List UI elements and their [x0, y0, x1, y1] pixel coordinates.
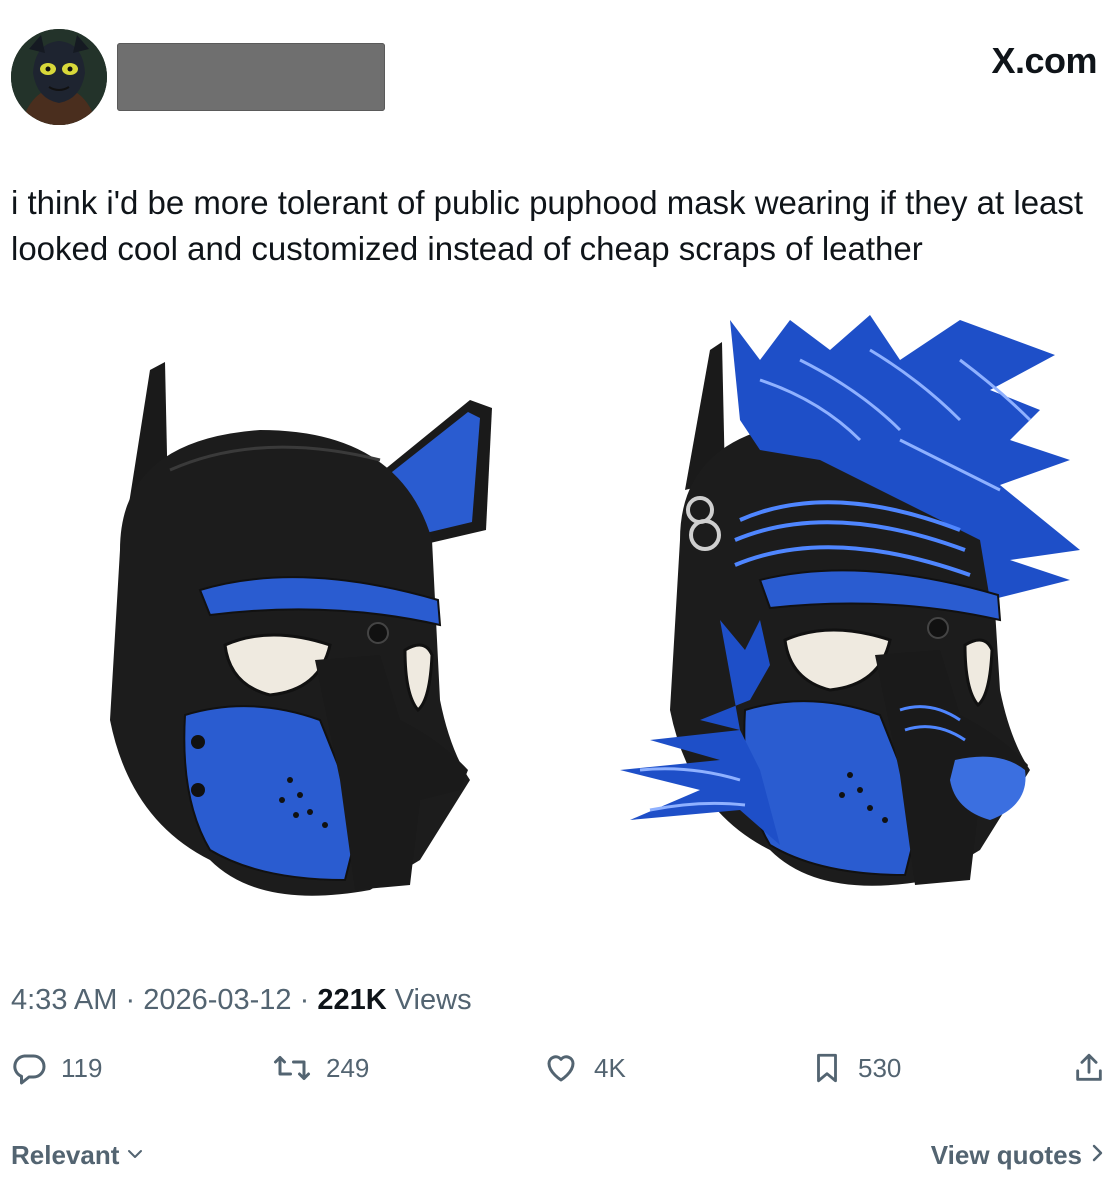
tweet-time[interactable]: 4:33 AM [11, 984, 117, 1016]
tweet-media[interactable] [0, 300, 1115, 960]
repost-icon [272, 1050, 312, 1086]
bookmark-icon [810, 1050, 844, 1086]
like-count: 4K [594, 1052, 626, 1083]
view-quotes-label: View quotes [930, 1140, 1082, 1170]
tweet-text: i think i'd be more tolerant of public p… [11, 184, 1084, 267]
views-count: 221K [317, 984, 387, 1016]
tweet-date[interactable]: 2026-03-12 [143, 984, 291, 1016]
chevron-right-icon [1090, 1140, 1106, 1171]
chevron-down-icon [125, 1140, 145, 1171]
brand-label: X.com [991, 40, 1097, 81]
action-bar: 119 249 4K 530 [0, 1050, 1115, 1100]
share-icon [1072, 1050, 1106, 1086]
sort-label: Relevant [11, 1140, 120, 1170]
tweet-meta: 4:33 AM · 2026-03-12 · 221K Views [11, 984, 472, 1017]
reply-button[interactable]: 119 [11, 1050, 102, 1086]
share-button[interactable] [1072, 1050, 1106, 1086]
mask-image-customized [620, 315, 1080, 886]
bookmark-button[interactable]: 530 [810, 1050, 901, 1086]
repost-button[interactable]: 249 [272, 1050, 369, 1086]
repost-count: 249 [326, 1052, 370, 1083]
mask-image-original [110, 362, 492, 896]
views-label: Views [394, 984, 472, 1016]
reply-count: 119 [61, 1052, 103, 1083]
meta-separator: · [125, 984, 136, 1016]
redacted-username [117, 43, 385, 111]
bookmark-count: 530 [858, 1052, 902, 1083]
view-quotes-link[interactable]: View quotes [931, 1140, 1106, 1171]
meta-separator: · [299, 984, 310, 1016]
heart-icon [542, 1050, 580, 1086]
like-button[interactable]: 4K [542, 1050, 626, 1086]
avatar[interactable] [11, 29, 107, 125]
sort-dropdown[interactable]: Relevant [11, 1140, 145, 1171]
reply-icon [11, 1050, 47, 1086]
